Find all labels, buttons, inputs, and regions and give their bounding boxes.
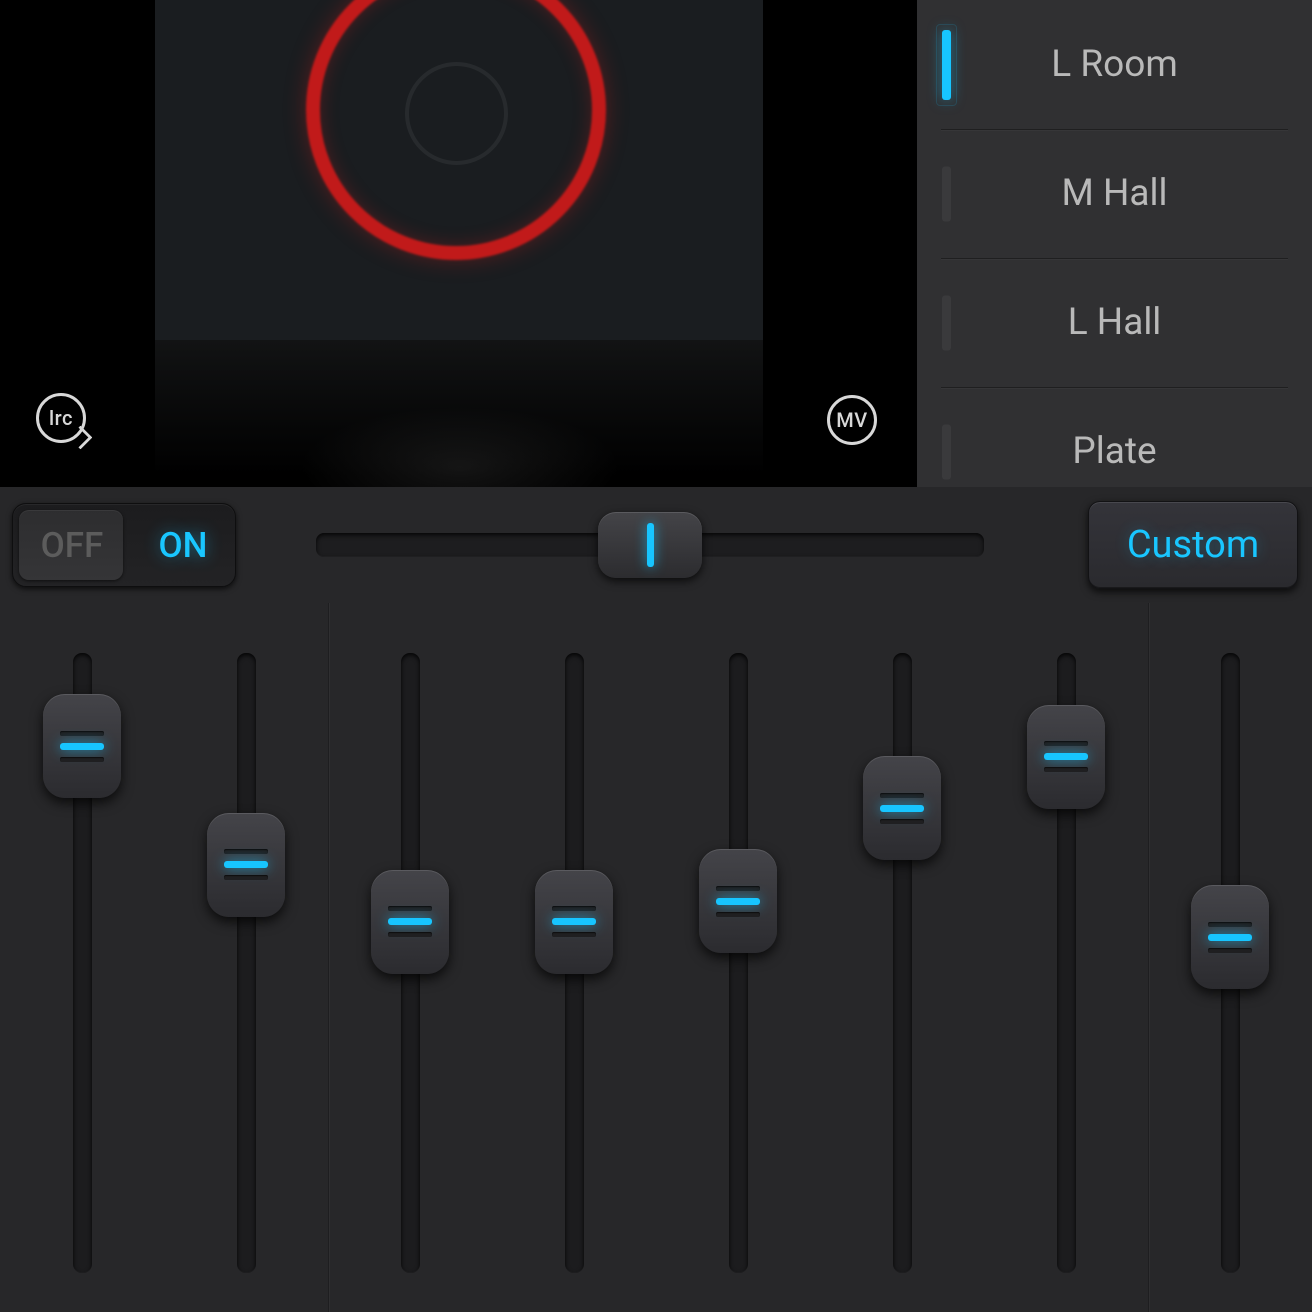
music-video-button[interactable]: MV [827, 395, 877, 445]
preset-item-l-room[interactable]: L Room [917, 0, 1312, 129]
eq-track[interactable] [1057, 653, 1076, 1273]
lrc-icon: lrc [49, 406, 73, 430]
eq-track[interactable] [237, 653, 256, 1273]
preset-indicator [942, 424, 951, 479]
preset-label: M Hall [917, 172, 1312, 215]
eq-track[interactable] [729, 653, 748, 1273]
eq-thumb[interactable] [371, 870, 449, 974]
eq-on-off-toggle[interactable]: OFF ON [12, 503, 236, 587]
eq-track[interactable] [73, 653, 92, 1273]
eq-thumb[interactable] [699, 849, 777, 953]
eq-band-4 [492, 653, 656, 1312]
toggle-on-label: ON [158, 525, 207, 566]
preset-indicator [942, 166, 951, 221]
eq-thumb[interactable] [207, 813, 285, 917]
eq-band-2 [164, 653, 328, 1312]
custom-preset-button[interactable]: Custom [1088, 501, 1298, 589]
eq-band-7 [984, 653, 1148, 1312]
preset-item-m-hall[interactable]: M Hall [917, 129, 1312, 258]
eq-band-5 [656, 653, 820, 1312]
equalizer [0, 603, 1312, 1312]
preset-list: L Room M Hall L Hall Plate [917, 0, 1312, 487]
album-art-glow [300, 407, 620, 487]
preset-label: L Hall [917, 301, 1312, 344]
toggle-off-label: OFF [41, 525, 104, 566]
eq-thumb[interactable] [43, 694, 121, 798]
balance-thumb[interactable] [598, 512, 702, 578]
lyrics-button[interactable]: lrc [36, 393, 86, 443]
eq-band-1 [0, 653, 164, 1312]
eq-thumb[interactable] [535, 870, 613, 974]
mv-icon: MV [836, 408, 867, 432]
balance-thumb-indicator [647, 523, 654, 567]
eq-thumb[interactable] [1027, 705, 1105, 809]
eq-thumb[interactable] [1191, 885, 1269, 989]
album-art-pane: lrc MV [0, 0, 917, 487]
album-art-inner-circle [405, 62, 508, 165]
eq-band-8 [1148, 653, 1312, 1312]
preset-indicator [942, 30, 951, 100]
preset-item-l-hall[interactable]: L Hall [917, 258, 1312, 387]
eq-track[interactable] [401, 653, 420, 1273]
balance-slider[interactable] [316, 503, 984, 587]
eq-track[interactable] [1221, 653, 1240, 1273]
eq-track[interactable] [565, 653, 584, 1273]
eq-band-6 [820, 653, 984, 1312]
eq-band-3 [328, 653, 492, 1312]
custom-label: Custom [1127, 523, 1259, 567]
eq-track[interactable] [893, 653, 912, 1273]
eq-thumb[interactable] [863, 756, 941, 860]
preset-indicator [942, 295, 951, 350]
preset-label: L Room [917, 43, 1312, 86]
preset-label: Plate [917, 430, 1312, 473]
